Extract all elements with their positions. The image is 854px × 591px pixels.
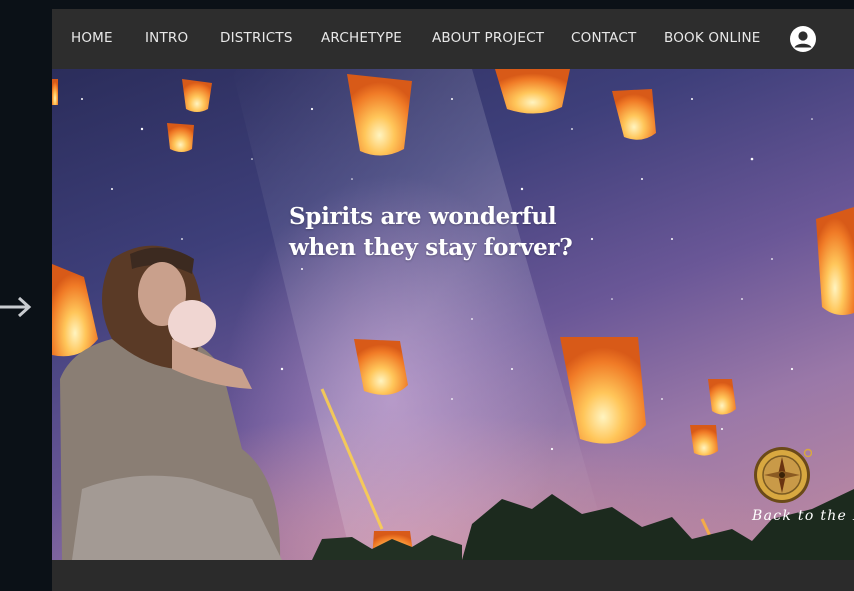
footer-band bbox=[52, 560, 854, 591]
hero-headline-line2: when they stay forver? bbox=[289, 234, 573, 261]
nav-about-project[interactable]: ABOUT PROJECT bbox=[432, 29, 544, 47]
nav-intro[interactable]: INTRO bbox=[145, 29, 188, 47]
arrow-right-icon[interactable] bbox=[0, 294, 34, 320]
nav-book-online[interactable]: BOOK ONLINE bbox=[664, 29, 760, 47]
hero-headline-line1: Spirits are wonderful bbox=[289, 203, 557, 230]
main-nav: HOME INTRO DISTRICTS ARCHETYPE ABOUT PRO… bbox=[52, 9, 854, 69]
nav-contact[interactable]: CONTACT bbox=[571, 29, 636, 47]
left-gutter bbox=[0, 0, 52, 591]
nav-archetype[interactable]: ARCHETYPE bbox=[321, 29, 402, 47]
hero-headline: Spirits are wonderful when they stay for… bbox=[289, 201, 589, 263]
milky-way bbox=[232, 69, 612, 560]
back-to-map-link[interactable]: Back to the M bbox=[752, 445, 854, 535]
hero-banner: Spirits are wonderful when they stay for… bbox=[52, 69, 854, 560]
compass-icon bbox=[754, 447, 812, 503]
woman-illustration bbox=[60, 245, 282, 560]
user-account-icon[interactable] bbox=[789, 25, 817, 53]
nav-home[interactable]: HOME bbox=[71, 29, 113, 47]
back-to-map-label: Back to the M bbox=[752, 508, 854, 524]
hero-background-art bbox=[52, 69, 854, 560]
nav-districts[interactable]: DISTRICTS bbox=[220, 29, 293, 47]
